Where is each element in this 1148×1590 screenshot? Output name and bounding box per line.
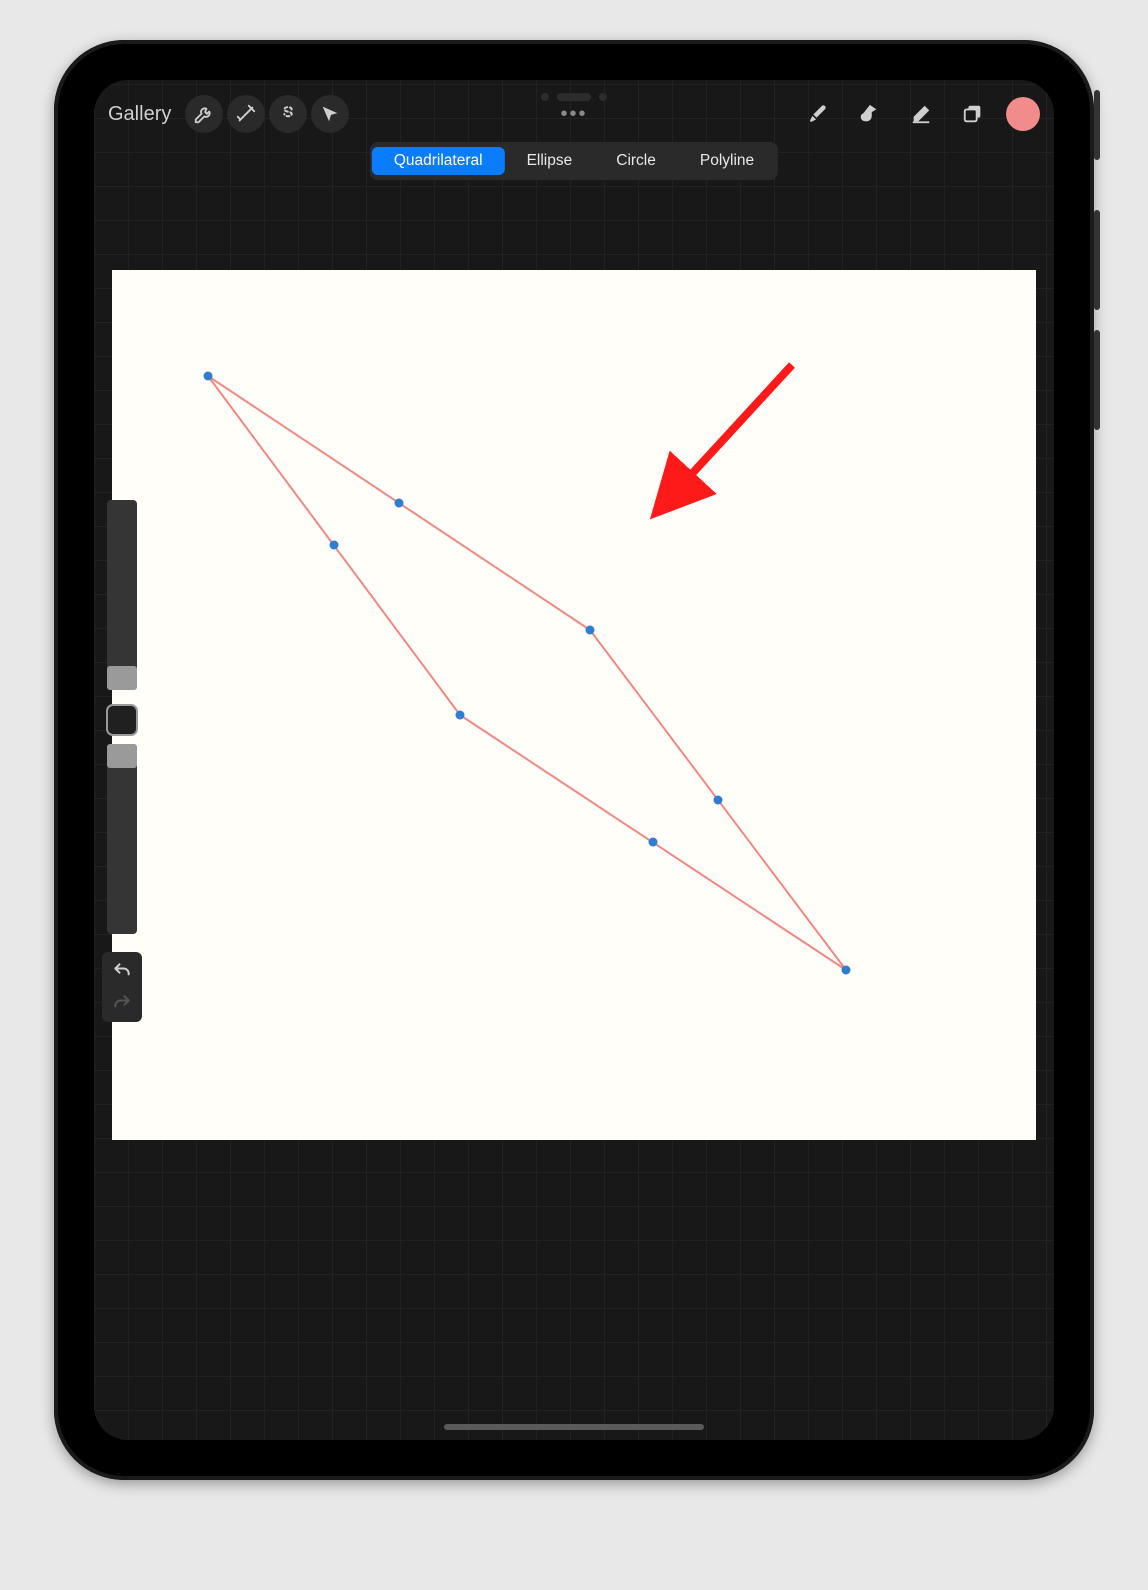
brush-tool-icon[interactable] <box>798 95 836 133</box>
shape-edge-midpoint-2[interactable] <box>649 838 658 847</box>
shape-vertex-3[interactable] <box>456 711 465 720</box>
shape-tab-ellipse[interactable]: Ellipse <box>505 147 595 175</box>
device-power-button <box>1094 90 1100 160</box>
eraser-tool-icon[interactable] <box>902 95 940 133</box>
shape-edge-midpoint-1[interactable] <box>714 796 723 805</box>
undo-redo-panel <box>102 952 142 1022</box>
adjustments-wand-icon[interactable] <box>227 95 265 133</box>
drawing-canvas[interactable] <box>112 270 1036 1140</box>
selection-s-icon[interactable] <box>269 95 307 133</box>
smudge-tool-icon[interactable] <box>850 95 888 133</box>
device-volume-down <box>1094 330 1100 430</box>
redo-button[interactable] <box>110 992 134 1014</box>
shape-type-tabbar: Quadrilateral Ellipse Circle Polyline <box>370 142 778 180</box>
shape-edge-midpoint-0[interactable] <box>395 499 404 508</box>
undo-button[interactable] <box>110 960 134 982</box>
home-indicator[interactable] <box>444 1424 704 1430</box>
shape-tab-quadrilateral[interactable]: Quadrilateral <box>372 147 505 175</box>
shape-vertex-2[interactable] <box>842 966 851 975</box>
ipad-device-frame: Gallery ••• <box>54 40 1094 1480</box>
shape-vertex-1[interactable] <box>586 626 595 635</box>
brush-opacity-thumb[interactable] <box>107 744 137 768</box>
modifier-square-button[interactable] <box>106 704 138 736</box>
actions-wrench-icon[interactable] <box>185 95 223 133</box>
shape-vertex-0[interactable] <box>204 372 213 381</box>
shape-tab-circle[interactable]: Circle <box>594 147 678 175</box>
sidebar-controls <box>98 500 146 1022</box>
gallery-button[interactable]: Gallery <box>108 103 171 126</box>
modify-menu-icon[interactable]: ••• <box>560 103 587 126</box>
brush-opacity-slider[interactable] <box>107 744 137 934</box>
brush-size-thumb[interactable] <box>107 666 137 690</box>
layers-panel-icon[interactable] <box>954 95 992 133</box>
device-volume-up <box>1094 210 1100 310</box>
shape-tab-polyline[interactable]: Polyline <box>678 147 776 175</box>
screen: Gallery ••• <box>94 80 1054 1440</box>
color-swatch[interactable] <box>1006 97 1040 131</box>
quadrilateral-outline[interactable] <box>208 376 846 970</box>
shape-overlay <box>112 270 1036 1140</box>
brush-size-slider[interactable] <box>107 500 137 690</box>
transform-cursor-icon[interactable] <box>311 95 349 133</box>
shape-edge-midpoint-3[interactable] <box>330 541 339 550</box>
top-toolbar: Gallery ••• <box>94 88 1054 140</box>
